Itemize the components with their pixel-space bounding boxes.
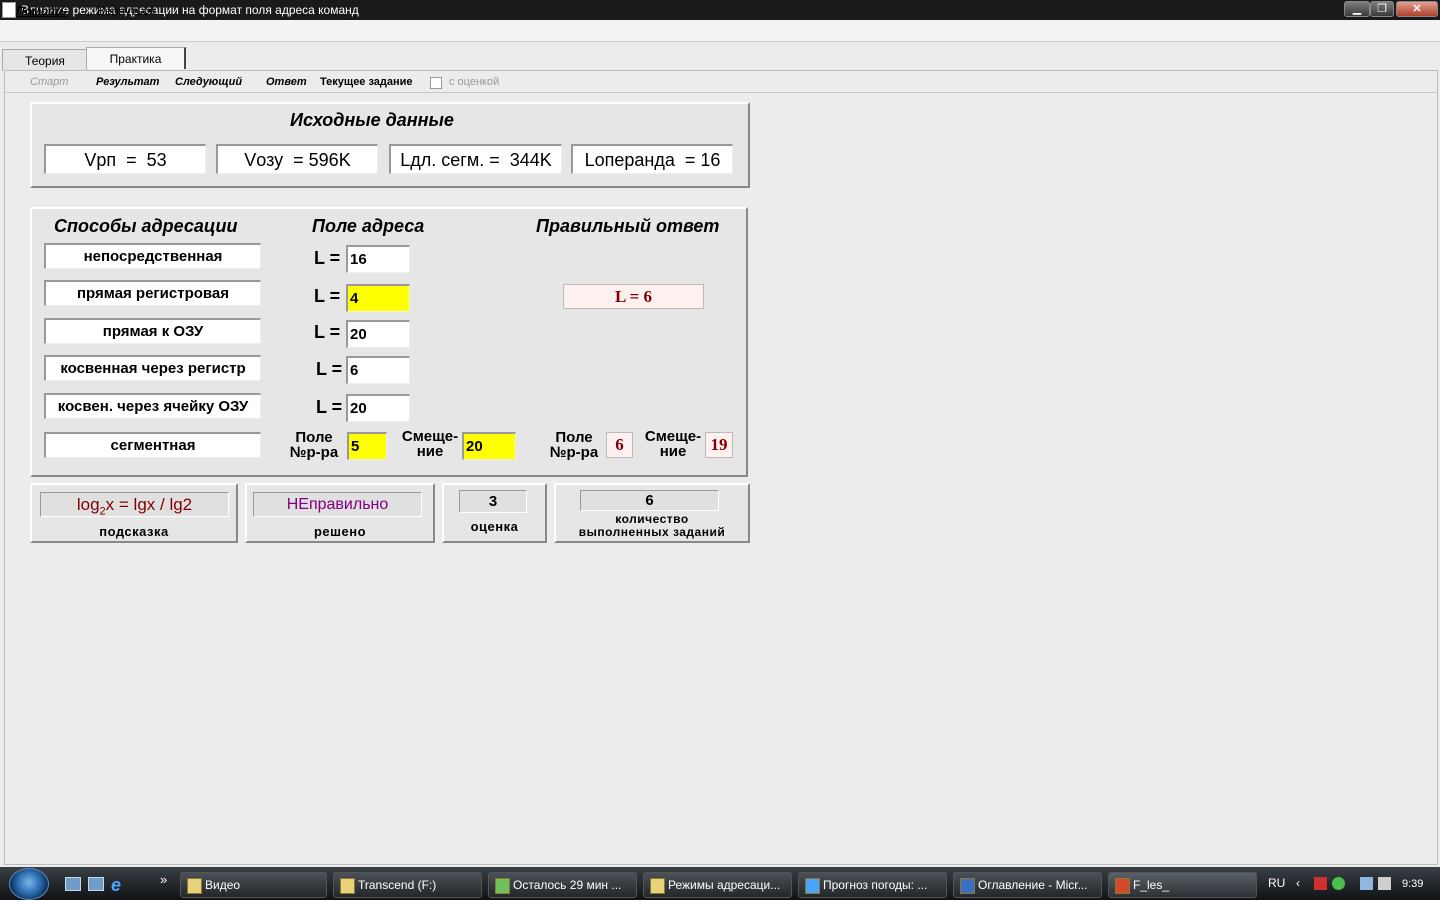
l-input-indirect-register[interactable]: 6 — [346, 356, 410, 384]
mode-indirect-register: косвенная через регистр — [44, 355, 261, 381]
grade-caption: оценка — [470, 519, 519, 534]
word-icon — [960, 878, 975, 894]
taskbar-item-progress[interactable]: Осталось 29 мин ... — [488, 872, 637, 898]
close-button[interactable]: ✕ — [1396, 1, 1438, 17]
menu-help[interactable]: Помощь — [16, 4, 67, 18]
folder-icon — [340, 878, 355, 894]
maximize-button[interactable]: ❐ — [1370, 1, 1394, 17]
switch-windows-icon[interactable] — [88, 877, 104, 891]
taskbar-item-weather[interactable]: Прогноз погоды: ... — [798, 872, 947, 898]
clock[interactable]: 9:39 — [1402, 878, 1423, 890]
minimize-button[interactable]: ▁ — [1344, 1, 1370, 17]
modes-header: Способы адресации — [54, 216, 238, 236]
copy-icon — [495, 878, 510, 894]
l-label: L = — [314, 248, 341, 268]
answer-button[interactable]: Ответ — [266, 76, 307, 88]
correct-offset-value: 19 — [705, 432, 733, 458]
next-button[interactable]: Следующий — [175, 76, 242, 88]
tab-practice[interactable]: Практика — [86, 47, 186, 69]
correct-answer-field: L = 6 — [563, 284, 704, 309]
menu-back[interactable]: Вернуться — [97, 4, 155, 18]
hint-formula: log2x = lgx / lg2 — [40, 492, 229, 517]
l-label: L = — [314, 322, 341, 342]
source-field-lseg: Lдл. сегм. = 344K — [389, 144, 562, 174]
solved-value: НЕправильно — [253, 492, 422, 517]
app-icon — [1115, 878, 1130, 894]
l-input-direct-register[interactable]: 4 — [346, 284, 410, 312]
l-label: L = — [316, 397, 343, 417]
hint-caption: подсказка — [99, 524, 169, 539]
source-data-title: Исходные данные — [290, 110, 454, 130]
mode-indirect-ram: косвен. через ячейку ОЗУ — [44, 393, 261, 419]
menu-bar — [0, 20, 1440, 42]
mode-immediate: непосредственная — [44, 243, 261, 269]
folder-icon — [187, 878, 202, 894]
mode-segment: сегментная — [44, 432, 261, 458]
taskbar-item-video[interactable]: Видео — [180, 872, 327, 898]
correct-reg-label: Поле №р-ра — [549, 429, 599, 461]
source-field-vrp: Vрп = 53 — [44, 144, 206, 174]
start-button[interactable] — [9, 868, 49, 900]
tray-expand-icon[interactable]: ‹ — [1296, 876, 1300, 890]
volume-icon[interactable] — [1378, 877, 1391, 890]
taskbar-item-files[interactable]: F_les_ — [1108, 872, 1257, 898]
window-title: Влияние режима адресации на формат поля … — [21, 3, 359, 17]
correct-reg-value: 6 — [606, 432, 633, 458]
segment-reg-input[interactable]: 5 — [347, 432, 387, 460]
internet-explorer-icon[interactable]: e — [111, 875, 121, 896]
taskbar-item-transcend[interactable]: Transcend (F:) — [333, 872, 482, 898]
correct-answer-header: Правильный ответ — [536, 216, 720, 236]
l-input-immediate[interactable]: 16 — [346, 245, 410, 273]
network-icon[interactable] — [1360, 877, 1373, 890]
l-input-direct-ram[interactable]: 20 — [346, 320, 410, 348]
tab-theory[interactable]: Теория — [2, 49, 88, 71]
l-label: L = — [314, 286, 341, 306]
with-grade-checkbox[interactable] — [430, 77, 442, 89]
app-icon[interactable] — [2, 2, 16, 18]
folder-icon — [650, 878, 665, 894]
correct-offset-label: Смеще- ние — [644, 428, 702, 460]
source-field-vozu: Vозу = 596K — [216, 144, 378, 174]
source-field-loperand: Lоперанда = 16 — [571, 144, 733, 174]
internet-explorer-icon — [805, 878, 820, 894]
mode-direct-ram: прямая к ОЗУ — [44, 318, 261, 344]
quick-launch-more[interactable]: » — [160, 872, 167, 887]
with-grade-label: с оценкой — [449, 76, 500, 88]
grade-value: 3 — [459, 490, 527, 513]
solved-caption: решено — [313, 524, 367, 539]
tab-strip — [0, 44, 1440, 70]
segment-offset-input[interactable]: 20 — [462, 432, 516, 460]
current-task-label: Текущее задание — [320, 76, 413, 88]
l-input-indirect-ram[interactable]: 20 — [346, 394, 410, 422]
address-field-header: Поле адреса — [312, 216, 425, 236]
result-button[interactable]: Результат — [96, 76, 159, 88]
mode-direct-register: прямая регистровая — [44, 280, 261, 306]
segment-offset-label: Смеще- ние — [401, 428, 459, 460]
l-label: L = — [316, 359, 343, 379]
taskbar-item-modes[interactable]: Режимы адресаци... — [643, 872, 792, 898]
taskbar-item-word[interactable]: Оглавление - Micr... — [953, 872, 1102, 898]
segment-reg-label: Поле №р-ра — [289, 429, 339, 461]
language-indicator[interactable]: RU — [1268, 876, 1285, 890]
show-desktop-icon[interactable] — [65, 877, 81, 891]
count-value: 6 — [580, 490, 719, 511]
antivirus-icon[interactable] — [1314, 877, 1327, 890]
count-caption: количество выполненных заданий — [578, 512, 726, 539]
start-button[interactable]: Старт — [30, 76, 68, 88]
status-check-icon[interactable] — [1332, 877, 1345, 890]
